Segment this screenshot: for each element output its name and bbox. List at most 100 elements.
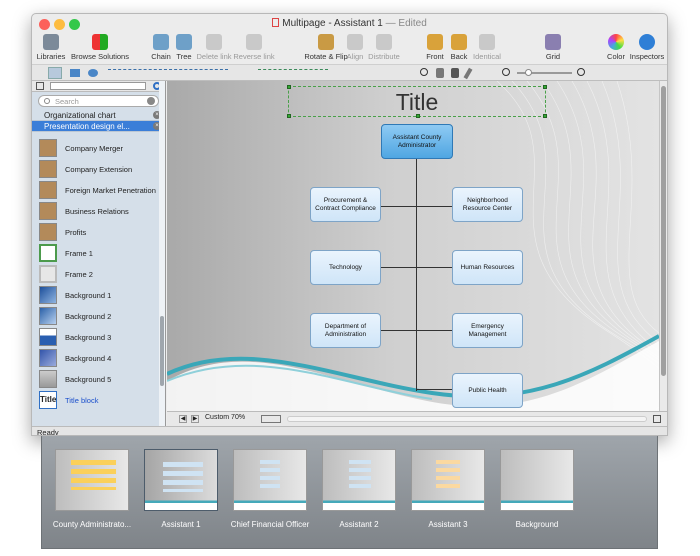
page-label[interactable]: Chief Financial Officer [220,520,320,529]
connector-line [416,389,452,390]
reverse-link-button[interactable]: Reverse link [229,34,279,61]
page-thumb[interactable] [411,449,485,511]
stamp-tool[interactable] [451,68,459,78]
title-bar: Multipage - Assistant 1 — Edited [32,14,667,34]
grid-button[interactable]: Grid [528,34,578,61]
org-node[interactable]: Procurement & Contract Compliance [310,187,381,222]
selection-handle[interactable] [543,85,547,89]
selection-handle[interactable] [543,114,547,118]
page-label[interactable]: Assistant 3 [398,520,498,529]
view-mode-icons[interactable] [261,415,281,423]
select-tool[interactable] [48,67,62,79]
org-node[interactable]: Human Resources [452,250,523,285]
eyedropper-tool[interactable] [463,67,473,80]
page-thumb[interactable] [322,449,396,511]
zoom-in-icon[interactable] [577,68,585,76]
org-node[interactable]: Neighborhood Resource Center [452,187,523,222]
distribute-button[interactable]: Distribute [359,34,409,61]
background-2-thumb [39,307,57,325]
library-item[interactable]: Background 5 [32,369,160,390]
org-node-top[interactable]: Assistant County Administrator [381,124,453,159]
library-organizational-chart[interactable]: Organizational chart × [32,110,165,121]
library-scrollbar[interactable] [159,81,165,426]
library-item[interactable]: Background 3 [32,327,160,348]
libraries-icon [43,34,59,50]
hand-tool[interactable] [436,68,444,78]
zoom-slider-knob[interactable] [525,69,532,76]
library-item[interactable]: Company Extension [32,159,160,180]
ellipse-tool[interactable] [88,69,98,77]
library-item[interactable]: Foreign Market Penetration [32,180,160,201]
org-node[interactable]: Technology [310,250,381,285]
org-node[interactable]: Department of Administration [310,313,381,348]
app-window: Multipage - Assistant 1 — Edited Librari… [31,13,668,436]
edited-label[interactable]: — Edited [386,18,427,29]
clear-search-icon[interactable] [147,97,155,105]
page-thumb-selected[interactable] [144,449,218,511]
thumb-orgchart [349,460,371,490]
canvas-scroll-thumb[interactable] [661,86,666,376]
connector-tools[interactable] [108,69,228,77]
identical-button[interactable]: Identical [462,34,512,61]
rectangle-tool[interactable] [70,69,80,77]
minimize-button[interactable] [54,19,65,30]
org-node[interactable]: Public Health [452,373,523,408]
search-placeholder: Search [55,97,79,106]
zoom-slider[interactable] [517,69,572,76]
library-scroll-thumb[interactable] [160,316,164,386]
connector-line [416,157,417,391]
page-left-arrow-icon[interactable]: ◀ [179,415,187,423]
library-item[interactable]: Background 2 [32,306,160,327]
business-relations-thumb [39,202,57,220]
background-3-thumb [39,328,57,346]
close-button[interactable] [39,19,50,30]
title-text-box[interactable]: Title [287,85,547,118]
library-item[interactable]: Frame 2 [32,264,160,285]
foreign-market-thumb [39,181,57,199]
library-item[interactable]: Business Relations [32,201,160,222]
canvas-vertical-scrollbar[interactable] [659,81,667,411]
page-label[interactable]: Assistant 2 [309,520,409,529]
inspectors-button[interactable]: Inspectors [622,34,667,61]
selection-handle[interactable] [287,85,291,89]
library-item[interactable]: Background 1 [32,285,160,306]
library-item[interactable]: Frame 1 [32,243,160,264]
browse-solutions-button[interactable]: Browse Solutions [70,34,130,61]
zoom-in-tool[interactable] [420,68,428,76]
zoom-button[interactable] [69,19,80,30]
library-filter-field[interactable] [50,82,146,90]
line-tools[interactable] [258,69,328,77]
status-bar: Ready [32,426,667,435]
page-right-arrow-icon[interactable]: ▶ [191,415,199,423]
org-node[interactable]: Emergency Management [452,313,523,348]
inspectors-icon [639,34,655,50]
horizontal-scrollbar[interactable] [287,416,647,422]
background-5-thumb [39,370,57,388]
title-block-thumb: Title [39,391,57,409]
library-item[interactable]: Profits [32,222,160,243]
page-label[interactable]: Assistant 1 [131,520,231,529]
thumb-wave [412,494,484,510]
zoom-select[interactable]: Custom 70% [205,414,245,421]
selection-handle[interactable] [416,114,420,118]
library-item[interactable]: Title Title block [32,390,160,411]
profits-thumb [39,223,57,241]
canvas-area: Title Assistant County Administrator Pro… [167,81,667,426]
page-thumb[interactable] [233,449,307,511]
library-items: Company Merger Company Extension Foreign… [32,138,160,411]
list-view-icon[interactable] [36,82,44,90]
page-label[interactable]: Background [487,520,587,529]
drawing-page[interactable]: Title Assistant County Administrator Pro… [167,81,659,411]
library-presentation-design[interactable]: Presentation design el... × [32,121,165,132]
page-label[interactable]: County Administrato... [42,520,142,529]
library-item[interactable]: Background 4 [32,348,160,369]
grid-icon [545,34,561,50]
page-title[interactable]: Title [289,89,545,116]
page-thumb[interactable] [500,449,574,511]
zoom-out-icon[interactable] [502,68,510,76]
library-item[interactable]: Company Merger [32,138,160,159]
fit-page-icon[interactable] [653,415,661,423]
search-input[interactable]: Search [38,95,159,107]
selection-handle[interactable] [287,114,291,118]
page-thumb[interactable] [55,449,129,511]
